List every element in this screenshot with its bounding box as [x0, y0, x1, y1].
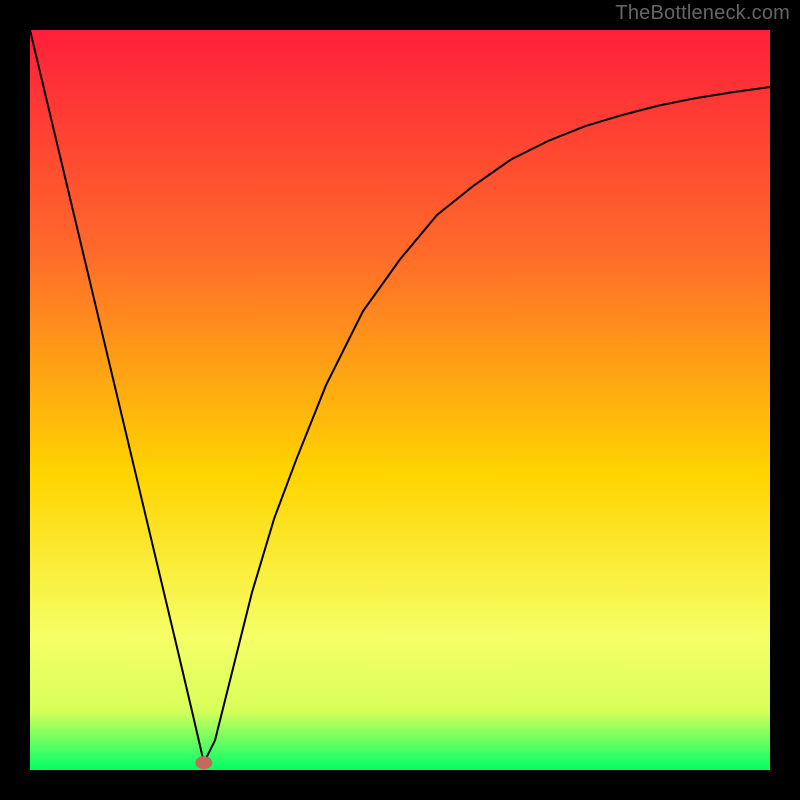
plot-area: [30, 30, 770, 770]
watermark-text: TheBottleneck.com: [615, 2, 790, 25]
chart-frame: TheBottleneck.com: [0, 0, 800, 800]
chart-svg: [30, 30, 770, 770]
minimum-marker: [196, 757, 212, 769]
gradient-rect: [30, 30, 770, 770]
